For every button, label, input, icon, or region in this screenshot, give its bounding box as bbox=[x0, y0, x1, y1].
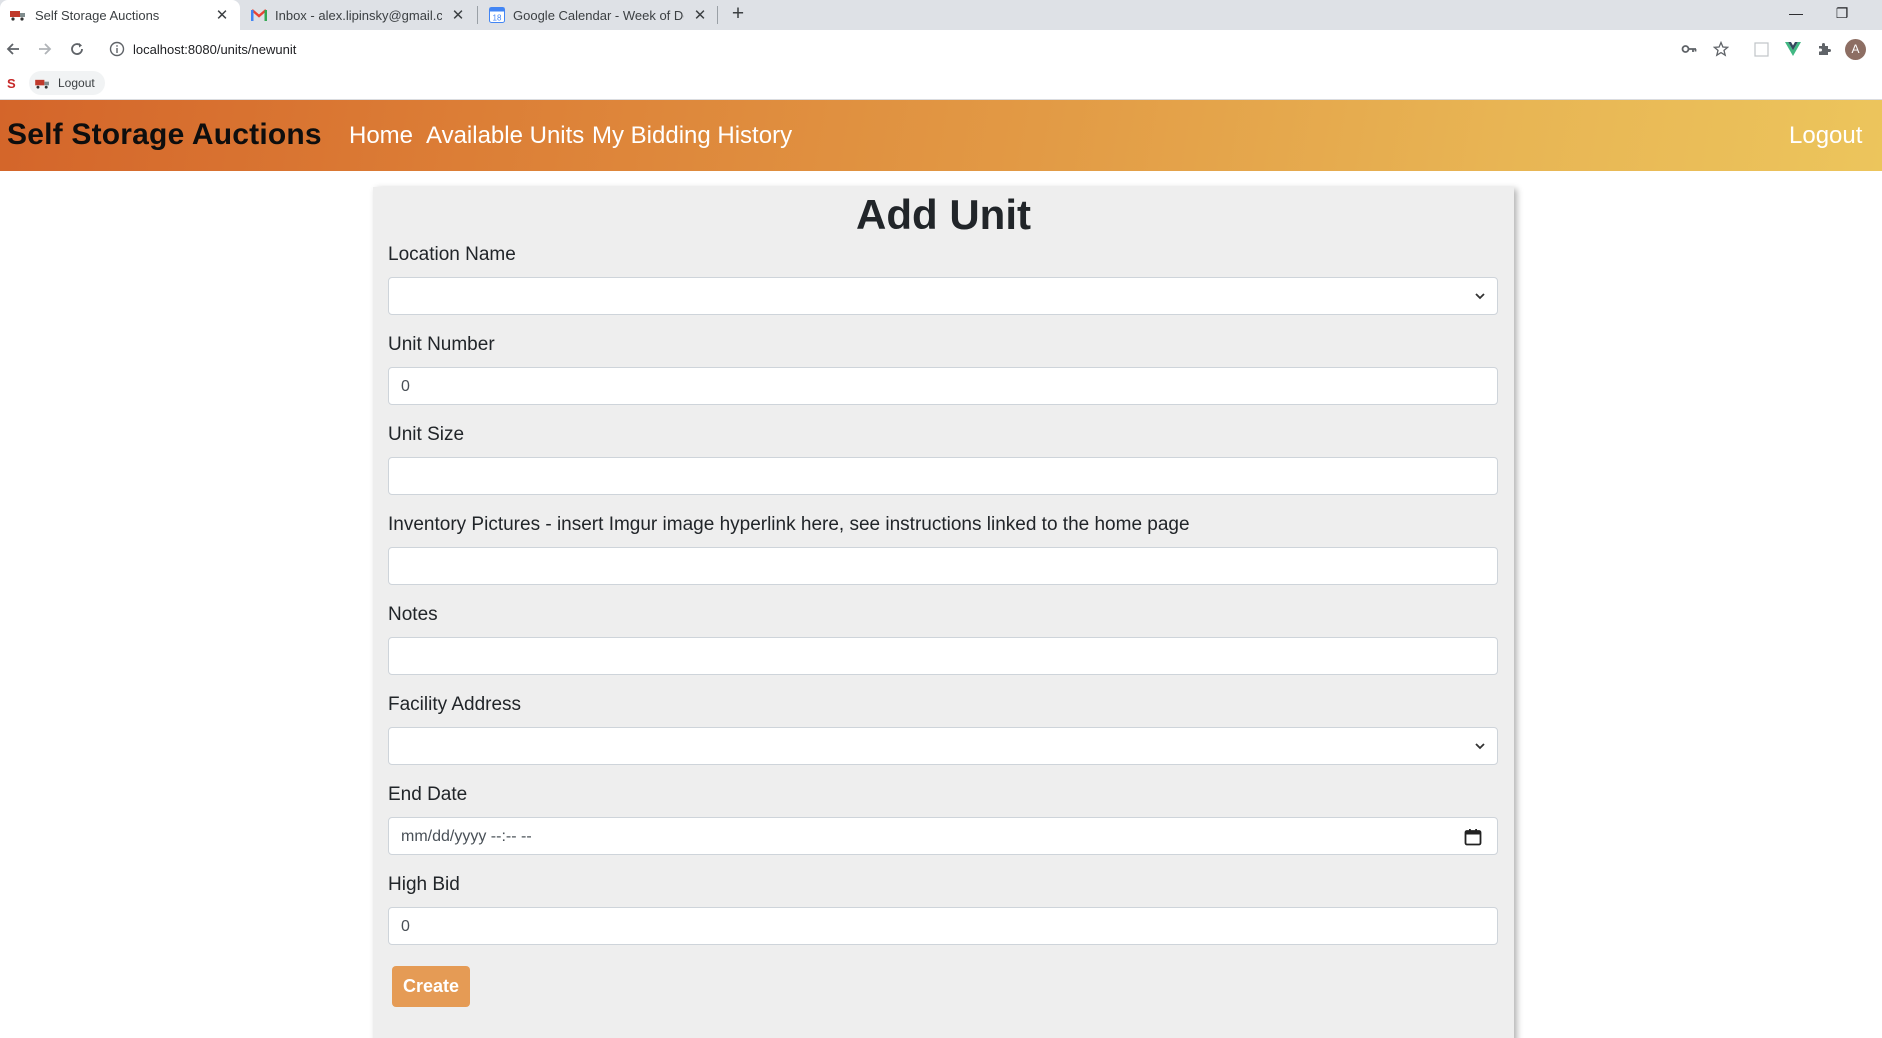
restore-window-button[interactable]: ❐ bbox=[1822, 0, 1862, 26]
calendar-picker-icon[interactable] bbox=[1463, 827, 1483, 847]
facility-address-select[interactable] bbox=[388, 727, 1498, 765]
browser-toolbar: localhost:8080/units/newunit A bbox=[0, 30, 1882, 68]
bookmarks-bar: S Logout bbox=[0, 68, 1882, 100]
create-button[interactable]: Create bbox=[392, 966, 470, 1007]
truck-icon bbox=[35, 75, 51, 91]
brand-title[interactable]: Self Storage Auctions bbox=[7, 118, 322, 152]
unit-number-input[interactable]: 0 bbox=[388, 367, 1498, 405]
unit-number-label: Unit Number bbox=[388, 334, 495, 355]
chevron-down-icon bbox=[1473, 739, 1487, 753]
unit-number-value: 0 bbox=[401, 378, 410, 395]
truck-icon bbox=[10, 7, 27, 24]
minimize-window-button[interactable]: — bbox=[1776, 0, 1816, 26]
tab-strip: Self Storage Auctions ✕ Inbox - alex.lip… bbox=[0, 0, 1882, 30]
location-name-label: Location Name bbox=[388, 244, 516, 265]
tab-title: Inbox - alex.lipinsky@gmail.com bbox=[275, 7, 442, 23]
browser-window: Self Storage Auctions ✕ Inbox - alex.lip… bbox=[0, 0, 1882, 1038]
key-icon[interactable] bbox=[1679, 39, 1699, 59]
unit-size-input[interactable] bbox=[388, 457, 1498, 495]
unit-size-label: Unit Size bbox=[388, 424, 465, 445]
close-tab-icon[interactable]: ✕ bbox=[448, 5, 468, 25]
reload-icon[interactable] bbox=[67, 39, 87, 59]
new-tab-button[interactable]: + bbox=[726, 3, 750, 26]
inventory-pictures-input[interactable] bbox=[388, 547, 1498, 585]
url-text: localhost:8080/units/newunit bbox=[133, 42, 297, 57]
nav-link-home[interactable]: Home bbox=[349, 122, 413, 150]
tab-title: Google Calendar - Week of Dece bbox=[513, 7, 684, 23]
address-bar[interactable]: localhost:8080/units/newunit bbox=[101, 34, 1741, 64]
calendar-icon-text: 18 bbox=[492, 14, 501, 23]
close-tab-icon[interactable]: ✕ bbox=[690, 5, 710, 25]
notes-label: Notes bbox=[388, 604, 438, 625]
app-navbar: Self Storage Auctions Home Available Uni… bbox=[0, 100, 1882, 171]
s-bookmark-icon[interactable]: S bbox=[7, 76, 19, 92]
back-icon[interactable] bbox=[3, 39, 23, 59]
add-unit-form: Add Unit Location Name Unit Number 0 Uni… bbox=[373, 187, 1514, 1038]
high-bid-value: 0 bbox=[401, 918, 410, 935]
tab-divider bbox=[717, 6, 718, 24]
nav-link-my-bidding-history[interactable]: My Bidding History bbox=[592, 122, 792, 150]
close-tab-icon[interactable]: ✕ bbox=[212, 5, 232, 25]
tab-title: Self Storage Auctions bbox=[35, 7, 160, 23]
profile-avatar[interactable]: A bbox=[1845, 39, 1866, 60]
nav-link-available-units[interactable]: Available Units bbox=[426, 122, 584, 150]
facility-address-label: Facility Address bbox=[388, 694, 522, 715]
forward-icon[interactable] bbox=[35, 39, 55, 59]
vue-devtools-icon[interactable] bbox=[1783, 39, 1803, 59]
inventory-pictures-label: Inventory Pictures - insert Imgur image … bbox=[388, 514, 1190, 535]
gmail-icon bbox=[250, 7, 267, 24]
end-date-placeholder: mm/dd/yyyy --:-- -- bbox=[401, 828, 532, 845]
nav-link-logout[interactable]: Logout bbox=[1789, 122, 1862, 150]
site-info-icon[interactable] bbox=[109, 41, 125, 57]
tab-google-calendar[interactable]: 18 Google Calendar - Week of Dece ✕ bbox=[478, 0, 718, 30]
chevron-down-icon bbox=[1473, 289, 1487, 303]
notes-input[interactable] bbox=[388, 637, 1498, 675]
end-date-label: End Date bbox=[388, 784, 468, 805]
bookmark-star-icon[interactable] bbox=[1711, 39, 1731, 59]
tab-self-storage-auctions[interactable]: Self Storage Auctions ✕ bbox=[0, 0, 240, 30]
bookmark-logout[interactable]: Logout bbox=[29, 71, 105, 95]
page-title: Add Unit bbox=[856, 191, 1031, 238]
high-bid-input[interactable]: 0 bbox=[388, 907, 1498, 945]
calendar-icon: 18 bbox=[488, 7, 505, 24]
extension-placeholder-icon[interactable] bbox=[1751, 39, 1771, 59]
extensions-puzzle-icon[interactable] bbox=[1814, 39, 1834, 59]
bookmark-label: Logout bbox=[58, 76, 95, 90]
location-name-select[interactable] bbox=[388, 277, 1498, 315]
high-bid-label: High Bid bbox=[388, 874, 460, 895]
tab-gmail-inbox[interactable]: Inbox - alex.lipinsky@gmail.com ✕ bbox=[240, 0, 476, 30]
end-date-input[interactable]: mm/dd/yyyy --:-- -- bbox=[388, 817, 1498, 855]
